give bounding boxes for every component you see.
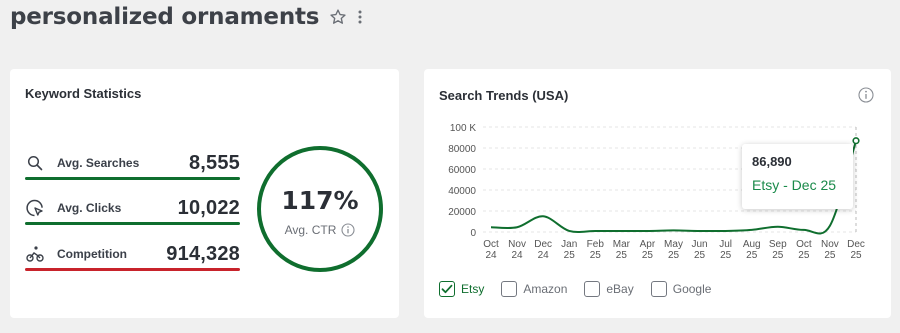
checkbox-checked-icon[interactable] (439, 281, 455, 297)
vertical-dots-icon[interactable] (357, 9, 363, 25)
search-trends-card: Search Trends (USA) 0 20000 40000 60000 8000… (424, 69, 891, 318)
search-icon (25, 153, 45, 173)
x-tick-label: Jun 25 (692, 239, 708, 261)
x-tick-label: Aug 25 (743, 239, 761, 261)
x-tick-label: Sep 25 (769, 239, 787, 261)
pointer-click-icon (25, 198, 45, 218)
x-tick-label: Oct 25 (796, 239, 812, 261)
chart-legend: Etsy Amazon eBay Google (439, 281, 711, 297)
page-header: personalized ornaments (10, 4, 363, 30)
info-icon[interactable] (341, 222, 355, 237)
competition-label: Competition (57, 247, 127, 261)
avg-ctr-label: Avg. CTR (284, 222, 337, 237)
legend-toggle-google[interactable]: Google (650, 281, 712, 297)
x-tick-label: Oct 24 (483, 239, 499, 261)
stat-row-competition: Competition 914,328 (25, 239, 240, 269)
x-tick-label: Nov 24 (508, 239, 526, 261)
x-tick-label: Dec 24 (534, 239, 552, 261)
avg-searches-label: Avg. Searches (57, 156, 140, 170)
legend-toggle-amazon[interactable]: Amazon (501, 281, 567, 297)
tooltip-label: Etsy - Dec 25 (752, 177, 837, 193)
legend-label-amazon: Amazon (523, 282, 568, 296)
keyword-statistics-card: Keyword Statistics Avg. Searches 8,555 A… (10, 69, 399, 318)
x-tick-label: Jul 25 (719, 239, 732, 261)
x-tick-label: Feb 25 (587, 239, 605, 261)
legend-label-etsy: Etsy (461, 282, 485, 296)
avg-searches-value: 8,555 (188, 151, 240, 174)
legend-label-google: Google (672, 282, 712, 296)
avg-searches-bar (25, 177, 240, 180)
avg-ctr-value: 117% (281, 185, 359, 215)
keyword-statistics-title: Keyword Statistics (25, 86, 142, 101)
competition-value: 914,328 (166, 242, 240, 265)
avg-clicks-value: 10,022 (177, 196, 240, 219)
competition-bar (25, 268, 240, 271)
x-tick-label: May 25 (664, 239, 683, 261)
avg-clicks-label: Avg. Clicks (57, 201, 122, 215)
competition-icon (25, 244, 45, 264)
legend-label-ebay: eBay (606, 282, 634, 296)
x-tick-label: Apr 25 (640, 239, 656, 261)
chart-tooltip: 86,890 Etsy - Dec 25 (742, 144, 853, 209)
star-outline-icon[interactable] (329, 8, 347, 26)
y-tick-label: 60000 (448, 165, 476, 176)
x-tick-label: Mar 25 (613, 239, 631, 261)
y-tick-label: 40000 (448, 186, 476, 197)
avg-ctr-gauge: 117% Avg. CTR (257, 146, 383, 272)
checkbox-empty-icon[interactable] (501, 281, 518, 297)
checkbox-empty-icon[interactable] (584, 281, 601, 297)
y-tick-label: 20000 (448, 207, 476, 218)
x-tick-label: Nov 25 (821, 239, 839, 261)
tooltip-value: 86,890 (752, 154, 792, 169)
avg-ctr-label-row: Avg. CTR (285, 223, 356, 237)
x-tick-label: Jan 25 (561, 239, 577, 261)
legend-toggle-ebay[interactable]: eBay (584, 281, 634, 297)
stat-row-avg-clicks: Avg. Clicks 10,022 (25, 193, 240, 223)
y-tick-label: 0 (470, 228, 476, 239)
page-title: personalized ornaments (10, 4, 320, 30)
avg-clicks-bar (25, 222, 240, 225)
legend-toggle-etsy[interactable]: Etsy (439, 281, 484, 297)
x-tick-label: Dec 25 (847, 239, 865, 261)
y-tick-label: 100 K (450, 123, 476, 134)
y-tick-label: 80000 (448, 144, 476, 155)
checkbox-empty-icon[interactable] (650, 281, 667, 297)
hover-point (852, 137, 860, 145)
stat-row-avg-searches: Avg. Searches 8,555 (25, 148, 240, 178)
